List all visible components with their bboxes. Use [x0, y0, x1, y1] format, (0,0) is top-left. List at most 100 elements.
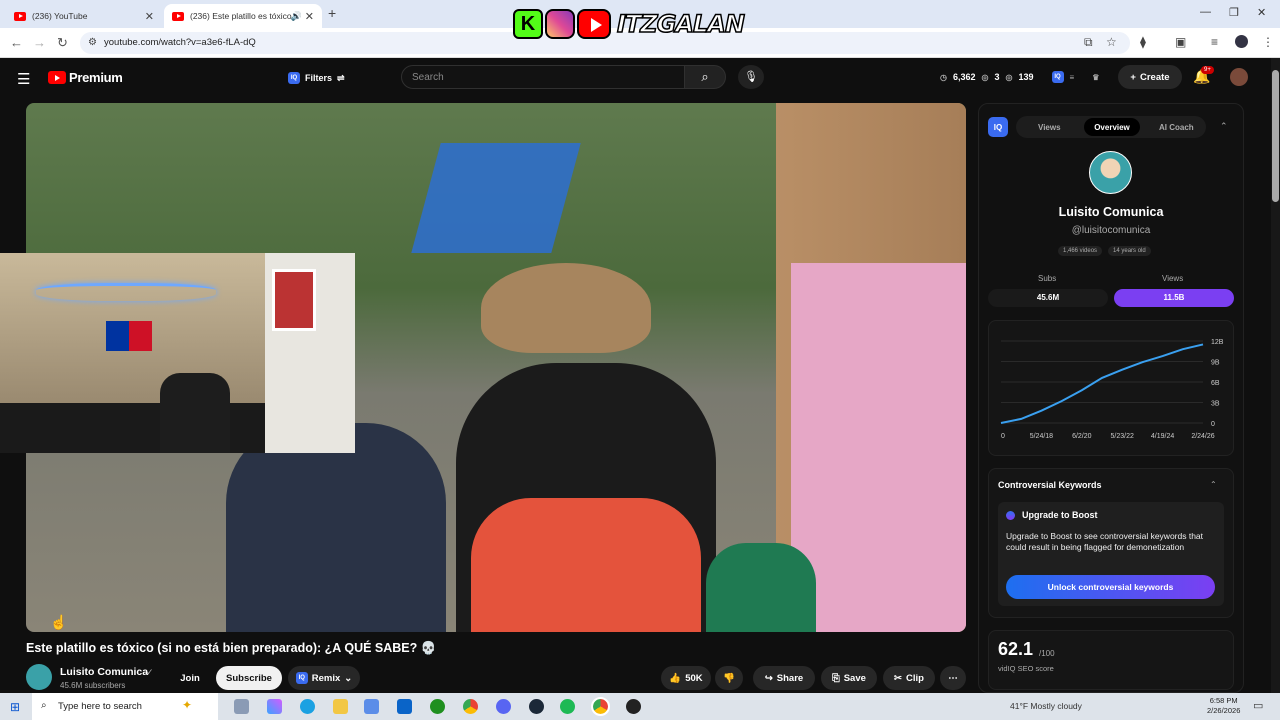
seo-score-max: /100	[1039, 649, 1055, 658]
maximize-icon[interactable]: ❐	[1229, 6, 1239, 19]
close-tab-icon[interactable]: ✕	[145, 10, 154, 23]
channel-avatar[interactable]	[26, 664, 52, 690]
views-growth-chart: 0 3B 6B 9B 12B 0 5/24/18 6/2/20 5/23/22 4/19/24 2/…	[1000, 339, 1224, 440]
browser-menu-icon[interactable]: ⋮	[1262, 35, 1274, 49]
system-clock[interactable]: 6:58 PM 2/26/2026	[1207, 696, 1240, 716]
join-button[interactable]: Join	[171, 666, 209, 690]
vidiq-icon[interactable]: IQ	[988, 117, 1008, 137]
chevron-up-icon[interactable]: ⌃	[1220, 121, 1228, 132]
create-button[interactable]: + Create	[1118, 65, 1182, 89]
save-label: Save	[843, 672, 866, 684]
profile-avatar[interactable]	[1235, 35, 1248, 48]
discord-icon[interactable]	[496, 699, 511, 714]
channel-info-chips: 1,466 videos 14 years old	[1058, 246, 1151, 256]
remix-button[interactable]: IQ Remix ⌄	[288, 666, 360, 690]
trophy-icon[interactable]: ♛	[1092, 73, 1099, 82]
spotify-icon[interactable]	[560, 699, 575, 714]
chevron-up-icon[interactable]: ⌃	[1210, 480, 1217, 489]
close-tab-icon[interactable]: ✕	[305, 10, 314, 23]
channel-name[interactable]: Luisito Comunica	[60, 666, 148, 678]
new-tab-icon[interactable]: +	[328, 5, 336, 21]
list-icon[interactable]: ≡	[1070, 73, 1075, 82]
upgrade-heading: Upgrade to Boost	[1022, 510, 1098, 520]
chrome-active-icon[interactable]	[591, 697, 610, 716]
back-icon[interactable]: ←	[10, 35, 23, 50]
steam-icon[interactable]	[529, 699, 544, 714]
subs-toggle[interactable]: 45.6M	[988, 289, 1108, 307]
windows-taskbar: ⊞ ⌕ Type here to search ✦ 41°F Mostly cl…	[0, 693, 1280, 720]
store-icon[interactable]	[364, 699, 379, 714]
edge-icon[interactable]	[300, 699, 315, 714]
x-tick-label: 5/23/22	[1111, 433, 1134, 440]
youtube-premium-logo[interactable]: Premium	[48, 70, 123, 85]
thumbs-down-icon: 👎	[723, 672, 735, 684]
minimize-icon[interactable]: —	[1200, 6, 1211, 18]
views-chart-card: 0 3B 6B 9B 12B 0 5/24/18 6/2/20 5/23/22 4/19/24 2/…	[988, 320, 1234, 456]
tab-views[interactable]: Views	[1038, 123, 1061, 132]
save-button[interactable]: ⎘ Save	[821, 666, 877, 690]
speaker-icon[interactable]: 🔊	[291, 11, 302, 22]
y-tick-label: 6B	[1211, 380, 1220, 387]
scrollbar-thumb[interactable]	[1272, 70, 1279, 202]
subscribe-button[interactable]: Subscribe	[216, 666, 282, 690]
youtube-header: ☰ Premium IQ Filters ⇌ Search ⌕ 🎙 ◷ 6,36…	[0, 58, 1280, 98]
vidiq-filters-button[interactable]: IQ Filters ⇌	[280, 67, 353, 89]
unlock-keywords-button[interactable]: Unlock controversial keywords	[1006, 575, 1215, 599]
more-actions-icon[interactable]: ⋯	[940, 666, 966, 690]
task-view-icon[interactable]	[234, 699, 249, 714]
install-app-icon[interactable]: ⧉	[1084, 35, 1093, 50]
dislike-button[interactable]: 👎	[715, 666, 743, 690]
copilot-icon[interactable]	[267, 699, 282, 714]
obs-icon[interactable]	[626, 699, 641, 714]
chrome-icon[interactable]	[463, 699, 478, 714]
search-input[interactable]: Search	[401, 65, 685, 89]
mail-icon[interactable]	[397, 699, 412, 714]
notification-center-icon[interactable]: ▭	[1253, 699, 1263, 712]
site-info-icon[interactable]: ⚙	[88, 37, 97, 48]
microphone-icon[interactable]: 🎙	[738, 65, 764, 89]
reload-icon[interactable]: ↻	[57, 35, 68, 51]
bookmark-star-icon[interactable]: ☆	[1106, 35, 1117, 49]
x-tick-label: 0	[1001, 433, 1005, 440]
vidiq-icon: IQ	[288, 72, 300, 84]
subs-label: Subs	[1038, 274, 1057, 283]
forward-icon[interactable]: →	[33, 35, 46, 50]
sliders-icon: ⇌	[337, 72, 345, 83]
like-count: 50K	[685, 672, 703, 684]
neon-light	[36, 283, 216, 301]
y-tick-label: 12B	[1211, 339, 1224, 346]
taskbar-search-input[interactable]: ⌕ Type here to search ✦	[32, 693, 218, 720]
like-button[interactable]: 👍 50K	[661, 666, 711, 690]
panel-channel-name: Luisito Comunica	[1058, 205, 1164, 219]
youtube-favicon-icon	[172, 11, 184, 21]
views-toggle[interactable]: 11.5B	[1114, 289, 1234, 307]
controversial-keywords-title: Controversial Keywords	[998, 480, 1102, 490]
cast-icon[interactable]: ▣	[1175, 35, 1186, 49]
vidiq-icon[interactable]: IQ	[1051, 71, 1064, 83]
close-window-icon[interactable]: ✕	[1257, 6, 1266, 19]
extensions-icon[interactable]: ⧫	[1140, 35, 1146, 49]
browser-tab-video[interactable]: (236) Este platillo es tóxico 🔊 ✕	[164, 4, 322, 28]
xbox-icon[interactable]	[430, 699, 445, 714]
video-count-chip: 1,466 videos	[1058, 246, 1103, 256]
account-avatar[interactable]	[1230, 68, 1248, 86]
x-tick-label: 5/24/18	[1030, 433, 1053, 440]
eye-icon: ◎	[981, 72, 989, 82]
taskbar-search-placeholder: Type here to search	[58, 701, 142, 712]
video-scene-pink-wall	[791, 263, 966, 632]
search-icon[interactable]: ⌕	[684, 65, 726, 89]
reading-list-icon[interactable]: ≡	[1211, 35, 1218, 49]
tab-overview[interactable]: Overview	[1084, 118, 1140, 136]
share-button[interactable]: ↪ Share	[753, 666, 815, 690]
file-explorer-icon[interactable]	[333, 699, 348, 714]
tab-label: (236) Este platillo es tóxico	[190, 11, 292, 21]
hamburger-menu-icon[interactable]: ☰	[17, 70, 30, 88]
clip-button[interactable]: ✂ Clip	[883, 666, 935, 690]
tab-label: (236) YouTube	[32, 11, 88, 21]
video-scene-wheelbarrow	[411, 143, 581, 253]
tab-ai-coach[interactable]: AI Coach	[1159, 123, 1194, 132]
browser-tab-youtube[interactable]: (236) YouTube ✕	[6, 4, 162, 28]
windows-start-icon[interactable]: ⊞	[10, 700, 20, 714]
upgrade-description: Upgrade to Boost to see controversial ke…	[1006, 531, 1204, 552]
weather-widget[interactable]: 41°F Mostly cloudy	[1010, 701, 1082, 711]
